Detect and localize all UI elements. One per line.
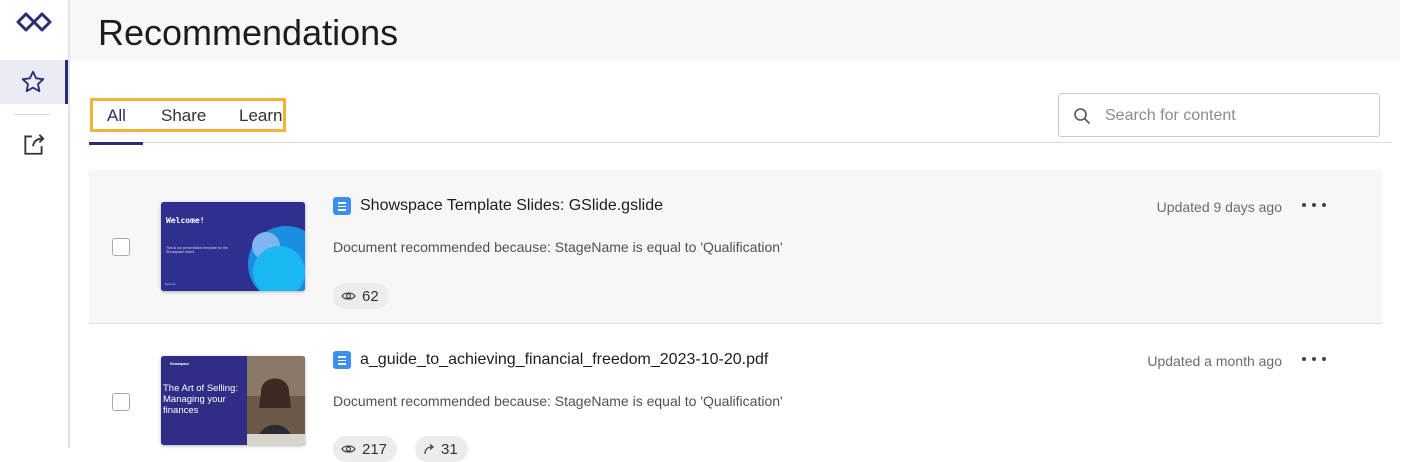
shares-badge: 31 [415,436,468,462]
eye-icon [341,292,356,300]
thumbnail-brand: Showspace [170,362,190,366]
search-input[interactable] [1103,104,1367,128]
thumbnail-subtitle: This is our presentation template for th… [166,246,228,254]
updated-timestamp: Updated a month ago [1147,353,1282,369]
thumbnail-heading: Welcome! [166,216,205,225]
tab-learn[interactable]: Learn [239,106,282,126]
views-count: 217 [362,440,388,458]
page-title: Recommendations [98,12,399,53]
document-row[interactable]: Showspace The Art of Selling: Managing y… [89,324,1382,462]
thumbnail-heading: The Art of Selling: Managing your financ… [163,383,238,416]
row-checkbox[interactable] [112,393,130,411]
views-count: 62 [362,287,379,305]
tab-all[interactable]: All [107,106,126,126]
more-options-icon[interactable] [1301,357,1327,363]
star-icon [21,70,44,93]
document-thumbnail[interactable]: Welcome! This is our presentation templa… [161,202,305,291]
thumbnail-footer: Seismic [165,282,176,286]
updated-timestamp: Updated 9 days ago [1156,199,1282,215]
tabs-divider [89,142,1392,143]
gslide-file-icon [333,197,351,215]
active-tab-indicator [89,142,143,145]
app-logo[interactable] [14,8,54,36]
search-box[interactable] [1058,93,1380,137]
views-badge: 217 [333,436,398,462]
views-badge: 62 [333,283,389,309]
shares-count: 31 [441,440,458,458]
document-title[interactable]: Showspace Template Slides: GSlide.gslide [360,197,663,215]
document-thumbnail[interactable]: Showspace The Art of Selling: Managing y… [161,356,305,445]
document-title[interactable]: a_guide_to_achieving_financial_freedom_2… [360,351,768,369]
row-checkbox[interactable] [112,238,130,256]
sidebar-item-recommendations[interactable] [0,60,68,104]
page-header: Recommendations [70,0,1400,61]
share-out-icon [24,134,45,155]
eye-icon [341,445,356,453]
document-row[interactable]: Welcome! This is our presentation templa… [89,170,1382,324]
search-icon [1074,108,1090,124]
pdf-file-icon [333,351,351,369]
sidebar [0,0,70,448]
main-content: Recommendations All Share Learn Welcome!… [70,0,1410,462]
recommendation-reason: Document recommended because: StageName … [333,393,783,409]
share-arrow-icon [424,444,435,455]
recommendation-reason: Document recommended because: StageName … [333,239,783,255]
tab-share[interactable]: Share [161,106,206,126]
sidebar-item-share[interactable] [0,122,68,166]
sidebar-divider [14,114,50,115]
more-options-icon[interactable] [1301,203,1327,209]
